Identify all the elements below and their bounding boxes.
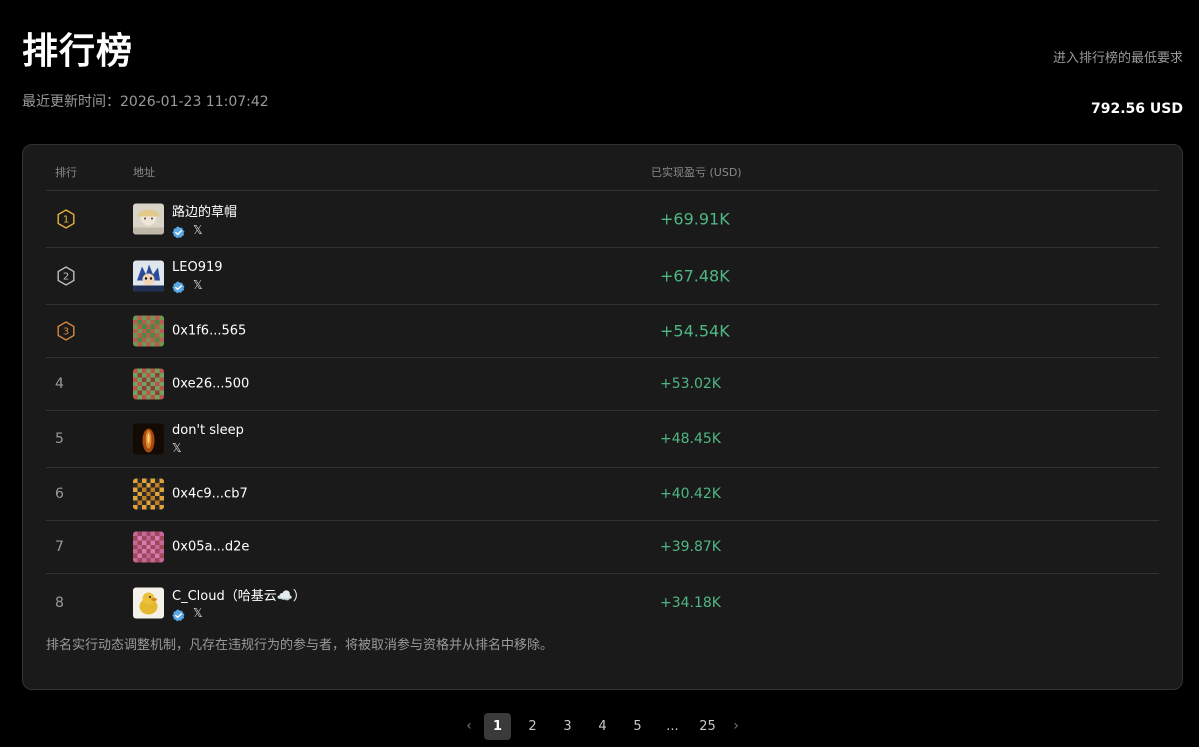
trader-info: C_Cloud（哈基云☁️） 𝕏 bbox=[172, 585, 306, 622]
rank-number: 5 bbox=[55, 431, 64, 447]
verified-badge-icon bbox=[172, 224, 185, 238]
page-4-button[interactable]: 4 bbox=[585, 713, 620, 740]
rank-medal-icon: 2 bbox=[55, 265, 77, 287]
trader-name[interactable]: C_Cloud（哈基云☁️） bbox=[172, 585, 306, 604]
x-logo-icon[interactable]: 𝕏 bbox=[193, 223, 203, 237]
trader-name[interactable]: don't sleep bbox=[172, 423, 244, 438]
realized-pnl: +67.48K bbox=[660, 266, 730, 286]
next-page-button[interactable]: › bbox=[725, 713, 747, 740]
rank-number: 8 bbox=[55, 594, 64, 611]
social-badges: 𝕏 bbox=[172, 607, 306, 622]
min-requirement-value: 792.56 USD bbox=[1091, 101, 1183, 117]
avatar[interactable] bbox=[133, 587, 164, 618]
page-25-button[interactable]: 25 bbox=[690, 713, 725, 740]
trader-info: don't sleep 𝕏 bbox=[172, 423, 244, 455]
x-logo-icon[interactable]: 𝕏 bbox=[193, 278, 203, 292]
rank-medal-icon: 1 bbox=[55, 208, 77, 230]
rank-number: 6 bbox=[55, 486, 64, 502]
leaderboard-rows: 1 路边的草帽 𝕏 +69.91K 2 LEO919 𝕏 +67.48K 3 0x1f6...56… bbox=[46, 191, 1159, 631]
social-badges: 𝕏 bbox=[172, 223, 237, 238]
avatar[interactable] bbox=[133, 203, 164, 235]
page-2-button[interactable]: 2 bbox=[515, 713, 550, 740]
rank-number: 4 bbox=[55, 376, 64, 392]
realized-pnl: +39.87K bbox=[660, 539, 721, 555]
verified-badge-icon bbox=[172, 279, 185, 293]
trader-name[interactable]: 路边的草帽 bbox=[172, 201, 237, 220]
pagination-ellipsis: ... bbox=[666, 719, 679, 734]
realized-pnl: +54.54K bbox=[660, 321, 730, 341]
table-row[interactable]: 6 0x4c9...cb7 +40.42K bbox=[46, 468, 1159, 521]
trader-info: LEO919 𝕏 bbox=[172, 260, 223, 293]
trader-name[interactable]: 0x4c9...cb7 bbox=[172, 487, 248, 502]
avatar[interactable] bbox=[133, 423, 164, 455]
page-5-button[interactable]: 5 bbox=[620, 713, 655, 740]
realized-pnl: +69.91K bbox=[660, 209, 730, 229]
x-logo-icon[interactable]: 𝕏 bbox=[193, 607, 203, 620]
page-1-button[interactable]: 1 bbox=[484, 713, 511, 740]
trader-info: 0x4c9...cb7 bbox=[172, 487, 248, 502]
realized-pnl: +53.02K bbox=[660, 376, 721, 392]
realized-pnl: +48.45K bbox=[660, 431, 721, 447]
column-address: 地址 bbox=[133, 166, 155, 179]
table-row[interactable]: 8 C_Cloud（哈基云☁️） 𝕏 +34.18K bbox=[46, 574, 1159, 631]
avatar[interactable] bbox=[133, 315, 164, 347]
table-header: 排行 地址 已实现盈亏 (USD) bbox=[46, 157, 1159, 191]
table-row[interactable]: 5 don't sleep 𝕏 +48.45K bbox=[46, 411, 1159, 468]
rank-number: 7 bbox=[55, 539, 64, 555]
table-row[interactable]: 2 LEO919 𝕏 +67.48K bbox=[46, 248, 1159, 305]
min-requirement-label[interactable]: 进入排行榜的最低要求 bbox=[1053, 47, 1183, 66]
pagination: ‹ 1 2 3 4 5... 25 › bbox=[458, 713, 747, 740]
avatar[interactable] bbox=[133, 368, 164, 400]
page-title: 排行榜 bbox=[22, 31, 134, 72]
realized-pnl: +34.18K bbox=[660, 594, 721, 611]
trader-info: 0x05a...d2e bbox=[172, 540, 249, 555]
svg-text:2: 2 bbox=[63, 272, 69, 283]
trader-name[interactable]: LEO919 bbox=[172, 260, 223, 275]
table-row[interactable]: 1 路边的草帽 𝕏 +69.91K bbox=[46, 191, 1159, 248]
avatar[interactable] bbox=[133, 478, 164, 510]
realized-pnl: +40.42K bbox=[660, 486, 721, 502]
trader-name[interactable]: 0xe26...500 bbox=[172, 377, 249, 392]
svg-text:1: 1 bbox=[63, 215, 69, 226]
last-updated: 最近更新时间：2026-01-23 11:07:42 bbox=[22, 94, 269, 110]
table-row[interactable]: 4 0xe26...500 +53.02K bbox=[46, 358, 1159, 411]
ranking-notice: 排名实行动态调整机制，凡存在违规行为的参与者，将被取消参与资格并从排名中移除。 bbox=[46, 638, 554, 653]
trader-info: 0x1f6...565 bbox=[172, 324, 246, 339]
trader-info: 0xe26...500 bbox=[172, 377, 249, 392]
verified-badge-icon bbox=[172, 607, 185, 622]
prev-page-button[interactable]: ‹ bbox=[458, 713, 480, 740]
page-3-button[interactable]: 3 bbox=[550, 713, 585, 740]
social-badges: 𝕏 bbox=[172, 278, 223, 293]
trader-name[interactable]: 0x05a...d2e bbox=[172, 540, 249, 555]
x-logo-icon[interactable]: 𝕏 bbox=[172, 441, 182, 455]
rank-medal-icon: 3 bbox=[55, 320, 77, 342]
svg-text:3: 3 bbox=[63, 327, 69, 338]
social-badges: 𝕏 bbox=[172, 441, 244, 455]
avatar[interactable] bbox=[133, 531, 164, 563]
table-row[interactable]: 3 0x1f6...565 +54.54K bbox=[46, 305, 1159, 358]
table-row[interactable]: 7 0x05a...d2e +39.87K bbox=[46, 521, 1159, 574]
trader-info: 路边的草帽 𝕏 bbox=[172, 201, 237, 238]
column-rank: 排行 bbox=[55, 166, 77, 179]
leaderboard-panel: 排行 地址 已实现盈亏 (USD) 1 路边的草帽 𝕏 +69.91K 2 LEO919 𝕏… bbox=[22, 144, 1183, 690]
avatar[interactable] bbox=[133, 260, 164, 292]
trader-name[interactable]: 0x1f6...565 bbox=[172, 324, 246, 339]
column-pnl: 已实现盈亏 (USD) bbox=[651, 166, 742, 179]
